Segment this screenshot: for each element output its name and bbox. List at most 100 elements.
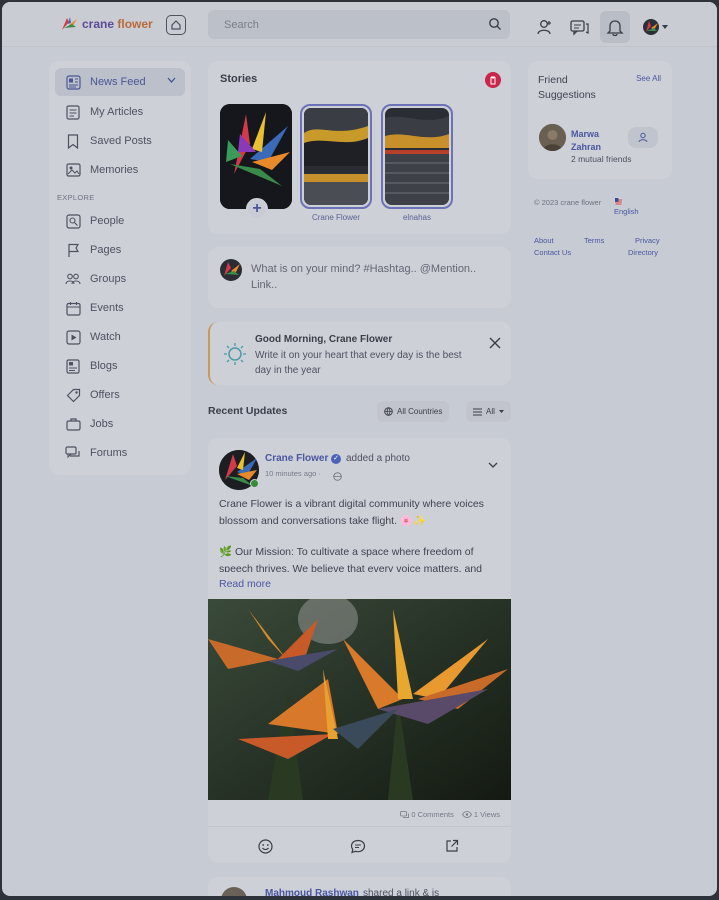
share-button[interactable] xyxy=(443,837,461,855)
about-link[interactable]: About xyxy=(534,235,554,246)
user-avatar xyxy=(220,259,242,281)
blog-icon xyxy=(65,358,81,374)
search-input[interactable] xyxy=(208,10,478,39)
sidebar-item-groups[interactable]: Groups xyxy=(55,265,185,293)
stories-card: Stories + Crane Flower elnahas xyxy=(208,61,511,234)
chevron-down-icon[interactable] xyxy=(167,77,176,83)
contact-us-link[interactable]: Contact Us xyxy=(534,247,571,258)
privacy-link[interactable]: Privacy xyxy=(635,235,660,246)
search-icon[interactable] xyxy=(488,17,502,36)
close-icon[interactable] xyxy=(489,336,501,354)
friend-name[interactable]: Marwa Zahran xyxy=(571,128,621,154)
sidebar-item-label: Memories xyxy=(90,164,139,176)
post-photo[interactable] xyxy=(208,599,511,800)
delete-story-button[interactable] xyxy=(485,72,501,88)
add-friend-button[interactable] xyxy=(628,127,658,148)
story-tile[interactable] xyxy=(300,104,372,209)
friend-suggestions-title: Friend Suggestions xyxy=(538,74,596,101)
post-timestamp: 10 minutes ago · xyxy=(265,469,321,478)
sidebar-item-label: Blogs xyxy=(90,360,118,372)
chat-icon xyxy=(569,19,589,36)
country-filter-button[interactable]: All Countries xyxy=(377,401,450,422)
language-selector[interactable]: English xyxy=(614,197,639,217)
us-flag-icon xyxy=(614,197,623,206)
comments-count[interactable]: 0 Comments xyxy=(400,810,454,819)
greeting-title: Good Morning, Crane Flower xyxy=(255,334,393,345)
notifications-button[interactable] xyxy=(600,11,630,43)
sidebar-item-label: Watch xyxy=(90,331,121,343)
profile-menu-button[interactable] xyxy=(638,14,672,40)
sidebar-item-pages[interactable]: Pages xyxy=(55,236,185,264)
post-author-name[interactable]: Crane Flower xyxy=(265,453,328,464)
calendar-icon xyxy=(65,300,81,316)
friend-requests-button[interactable] xyxy=(532,14,558,40)
sidebar-item-memories[interactable]: Memories xyxy=(55,156,185,184)
add-story-button[interactable]: + xyxy=(246,198,268,220)
post-stats: 0 Comments 1 Views xyxy=(400,810,500,819)
bookmark-icon xyxy=(65,133,81,149)
read-more-link[interactable]: Read more xyxy=(219,578,271,590)
sidebar-item-offers[interactable]: Offers xyxy=(55,381,185,409)
sidebar-item-label: People xyxy=(90,215,125,227)
post-author-name[interactable]: Mahmoud Rashwan xyxy=(265,888,359,896)
story-name[interactable]: Crane Flower xyxy=(300,213,372,222)
sidebar-item-events[interactable]: Events xyxy=(55,294,185,322)
sidebar-item-label: Groups xyxy=(90,273,127,285)
friend-avatar[interactable] xyxy=(539,124,566,151)
friend-suggestions-card: Friend Suggestions See All Marwa Zahran … xyxy=(528,61,672,179)
create-story-tile[interactable] xyxy=(220,104,292,209)
smile-icon xyxy=(257,838,273,854)
top-header: crane flower xyxy=(2,2,717,47)
caret-down-icon xyxy=(498,410,504,413)
post-author-avatar[interactable] xyxy=(221,887,247,896)
briefcase-icon xyxy=(65,416,81,432)
composer-placeholder[interactable]: What is on your mind? #Hashtag.. @Mentio… xyxy=(251,261,499,293)
trash-icon xyxy=(490,76,496,84)
sidebar-item-saved-posts[interactable]: Saved Posts xyxy=(55,127,185,155)
sidebar-item-watch[interactable]: Watch xyxy=(55,323,185,351)
comment-icon xyxy=(350,839,366,853)
sidebar-item-forums[interactable]: Forums xyxy=(55,439,185,467)
sidebar-item-people[interactable]: People xyxy=(55,207,185,235)
home-icon xyxy=(171,20,181,30)
post-text-mission: 🌿 Our Mission: To cultivate a space wher… xyxy=(219,546,483,572)
people-icon xyxy=(65,213,81,229)
explore-heading: EXPLORE xyxy=(57,193,95,202)
sidebar-item-news-feed[interactable]: News Feed xyxy=(55,68,185,96)
comment-button[interactable] xyxy=(349,837,367,855)
stories-title: Stories xyxy=(220,73,258,85)
sidebar-item-blogs[interactable]: Blogs xyxy=(55,352,185,380)
post-composer[interactable]: What is on your mind? #Hashtag.. @Mentio… xyxy=(208,247,511,308)
home-button[interactable] xyxy=(166,15,186,35)
story-tile[interactable] xyxy=(381,104,453,209)
logo-text: crane flower xyxy=(82,17,153,31)
story-name[interactable]: elnahas xyxy=(381,213,453,222)
sea-story-image xyxy=(385,108,449,205)
mutual-friends-text: 2 mutual friends xyxy=(571,154,632,164)
sidebar-item-label: Forums xyxy=(90,447,128,459)
sidebar-item-my-articles[interactable]: My Articles xyxy=(55,98,185,126)
directory-link[interactable]: Directory xyxy=(628,247,658,258)
comments-icon xyxy=(400,810,410,818)
terms-link[interactable]: Terms xyxy=(584,235,604,246)
sidebar-item-jobs[interactable]: Jobs xyxy=(55,410,185,438)
country-filter-label: All Countries xyxy=(397,407,443,416)
bell-icon xyxy=(606,19,624,36)
sidebar-item-label: Events xyxy=(90,302,124,314)
header-actions xyxy=(532,11,672,43)
sidebar-item-label: News Feed xyxy=(90,76,146,88)
react-button[interactable] xyxy=(256,837,274,855)
messages-button[interactable] xyxy=(566,14,592,40)
public-globe-icon xyxy=(333,468,342,486)
post-text-intro: Crane Flower is a vibrant digital commun… xyxy=(219,498,484,527)
post-action-text: shared a link & is xyxy=(363,888,440,896)
sidebar-item-label: Offers xyxy=(90,389,120,401)
post-card: Crane Flower ✓ added a photo 10 minutes … xyxy=(208,438,511,863)
see-all-link[interactable]: See All xyxy=(636,74,661,83)
logo[interactable]: crane flower xyxy=(60,16,153,32)
feed-filter-label: All xyxy=(486,407,495,416)
post-options-chevron-icon[interactable] xyxy=(488,455,498,473)
article-icon xyxy=(65,104,81,120)
post-action-text: added a photo xyxy=(346,453,410,464)
feed-filter-button[interactable]: All xyxy=(466,401,511,422)
